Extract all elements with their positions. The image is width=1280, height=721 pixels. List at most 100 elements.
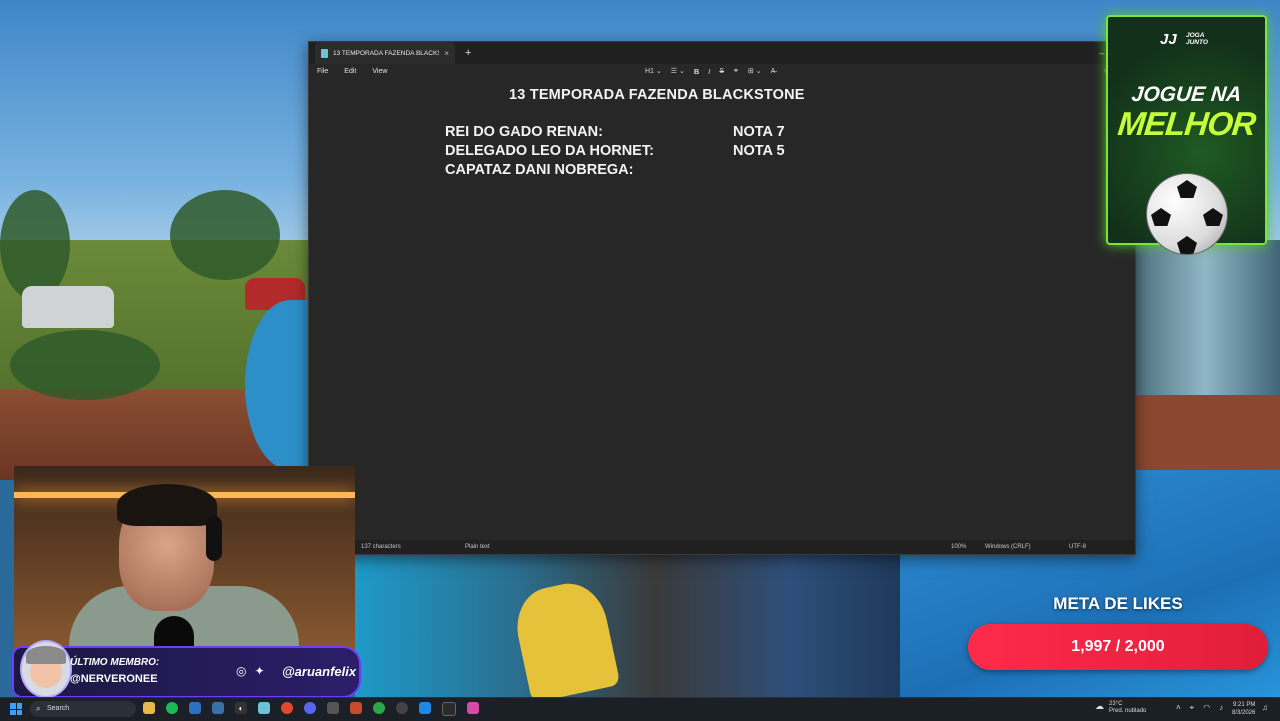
windows-start-icon[interactable] [10,703,22,715]
line-grade: NOTA 7 [733,124,785,140]
silver-car [22,286,114,328]
menu-file[interactable]: File [317,68,328,75]
file-explorer-icon[interactable] [143,702,155,714]
line-ending[interactable]: Windows (CRLF) [985,544,1031,550]
instagram-icon: ◎ [236,664,247,678]
strikethrough-button[interactable]: S [719,68,724,75]
formatting-toolbar: H1 ⌄ ☰ ⌄ B I S ⚭ ⊞ ⌄ A̶ [645,64,775,78]
zoom-level[interactable]: 100% [951,544,966,550]
status-bar: 137 characters Plain text 100% Windows (… [309,540,1135,554]
close-tab-icon[interactable]: × [444,49,449,58]
logo-text: JOGA JUNTO [1186,32,1208,46]
pool-deck [1130,395,1280,475]
clear-formatting-button[interactable]: A̶ [771,68,776,75]
time: 9:21 PM [1233,702,1256,708]
likes-goal-title: META DE LIKES [1053,594,1183,613]
app-icon[interactable] [212,702,224,714]
discord-icon[interactable] [304,702,316,714]
document-tab[interactable]: 13 TEMPORADA FAZENDA BLACKS × [315,42,455,64]
obs-icon[interactable] [327,702,339,714]
pinned-apps: ◐ [143,702,479,716]
bush [10,330,160,400]
chevron-up-icon[interactable]: ˄ [1176,703,1181,713]
webcam-feed [14,466,355,656]
system-tray: ˄ ⌖ ◠ ♪ [1176,703,1223,713]
line-label: DELEGADO LEO DA HORNET: [445,143,654,159]
streamer-hair [117,484,217,526]
heading-dropdown[interactable]: H1 ⌄ [645,67,662,75]
terminal-icon[interactable] [442,702,456,716]
weather-widget[interactable]: ☁ 23°C Pred. nublado [1095,701,1146,714]
date: 8/3/2026 [1232,710,1256,716]
member-label: ÚLTIMO MEMBRO: [70,657,160,668]
app2-icon[interactable] [467,702,479,714]
weather-temp: 23°C [1109,701,1123,707]
twitter-icon: ✦ [254,664,265,678]
tab-title: 13 TEMPORADA FAZENDA BLACKS [333,49,440,57]
social-icons: ◎ ✦ [236,664,265,678]
likes-goal-bar: 1,997 / 2,000 [968,624,1268,670]
weather-text: 23°C Pred. nublado [1109,701,1146,715]
member-name: @NERVERONEE [70,673,158,685]
gameplay-scene [355,552,900,697]
avatar-hair [26,646,66,664]
logo-text-line: JUNTO [1186,39,1208,46]
title-bar: 13 TEMPORADA FAZENDA BLACKS × + – ▢ [309,42,1135,64]
link-button[interactable]: ⚭ [733,67,739,75]
line-grade: NOTA 5 [733,143,785,159]
ad-highlight: MELHOR [1116,105,1257,142]
search-placeholder: Search [47,705,70,712]
document-heading: 13 TEMPORADA FAZENDA BLACKSTONE [509,87,805,103]
taskbar-search[interactable]: ⌕ Search [30,701,136,717]
document-line: CAPATAZ DANI NOBREGA: [445,162,634,178]
location-icon[interactable]: ⌖ [1190,703,1195,713]
weather-desc: Pred. nublado [1109,708,1147,714]
joga-junto-logo: JJ [1160,31,1177,48]
member-banner: ÚLTIMO MEMBRO: @NERVERONEE ◎ ✦ @aruanfel… [12,640,361,698]
palm-tree [0,190,70,300]
volume-icon[interactable]: ♪ [1219,703,1223,713]
document-line: DELEGADO LEO DA HORNET: NOTA 5 [445,143,785,159]
weather-icon: ☁ [1095,701,1104,711]
encoding[interactable]: UTF-8 [1069,544,1086,550]
notepad-window: 13 TEMPORADA FAZENDA BLACKS × + – ▢ File… [308,41,1136,555]
wifi-icon[interactable]: ◠ [1203,703,1210,713]
line-label: CAPATAZ DANI NOBREGA: [445,162,634,178]
notification-bell-icon[interactable]: ♫ [1262,703,1268,712]
notepad-taskbar-icon[interactable] [258,702,270,714]
ad-headline: JOGUE NA [1130,83,1243,106]
chrome-icon[interactable] [281,702,293,714]
xbox-icon[interactable] [373,702,385,714]
search-icon: ⌕ [36,704,41,713]
sponsor-ad: JJ JOGA JUNTO JOGUE NA MELHOR [1106,15,1267,255]
epic-icon[interactable]: ◐ [235,702,247,714]
editor-area[interactable]: 13 TEMPORADA FAZENDA BLACKSTONE REI DO G… [309,78,1135,538]
notepad-icon [321,48,328,58]
character-count: 137 characters [361,544,401,550]
menu-view[interactable]: View [372,68,387,75]
minimize-icon[interactable]: – [1099,48,1104,58]
menu-edit[interactable]: Edit [344,68,356,75]
bold-button[interactable]: B [694,67,699,76]
store-icon[interactable] [189,702,201,714]
likes-goal-value: 1,997 / 2,000 [1071,638,1165,655]
headset [206,516,222,561]
soccer-ball-icon [1146,173,1228,255]
settings-taskbar-icon[interactable] [396,702,408,714]
house-wall [1130,240,1280,400]
logo-text-line: JOGA [1186,32,1205,39]
social-handle: @aruanfelix [282,664,357,679]
italic-button[interactable]: I [708,67,710,76]
avatar [20,640,72,698]
spotify-icon[interactable] [166,702,178,714]
game-icon[interactable] [350,702,362,714]
table-dropdown[interactable]: ⊞ ⌄ [748,67,762,75]
list-dropdown[interactable]: ☰ ⌄ [671,67,685,75]
document-line: REI DO GADO RENAN: NOTA 7 [445,124,785,140]
menu-bar: File Edit View H1 ⌄ ☰ ⌄ B I S ⚭ ⊞ ⌄ A̶ ✧… [309,64,1135,78]
line-label: REI DO GADO RENAN: [445,124,603,140]
clock[interactable]: 9:21 PM 8/3/2026 [1232,701,1255,717]
new-tab-button[interactable]: + [465,47,471,59]
format-mode[interactable]: Plain text [465,544,490,550]
edge-icon[interactable] [419,702,431,714]
